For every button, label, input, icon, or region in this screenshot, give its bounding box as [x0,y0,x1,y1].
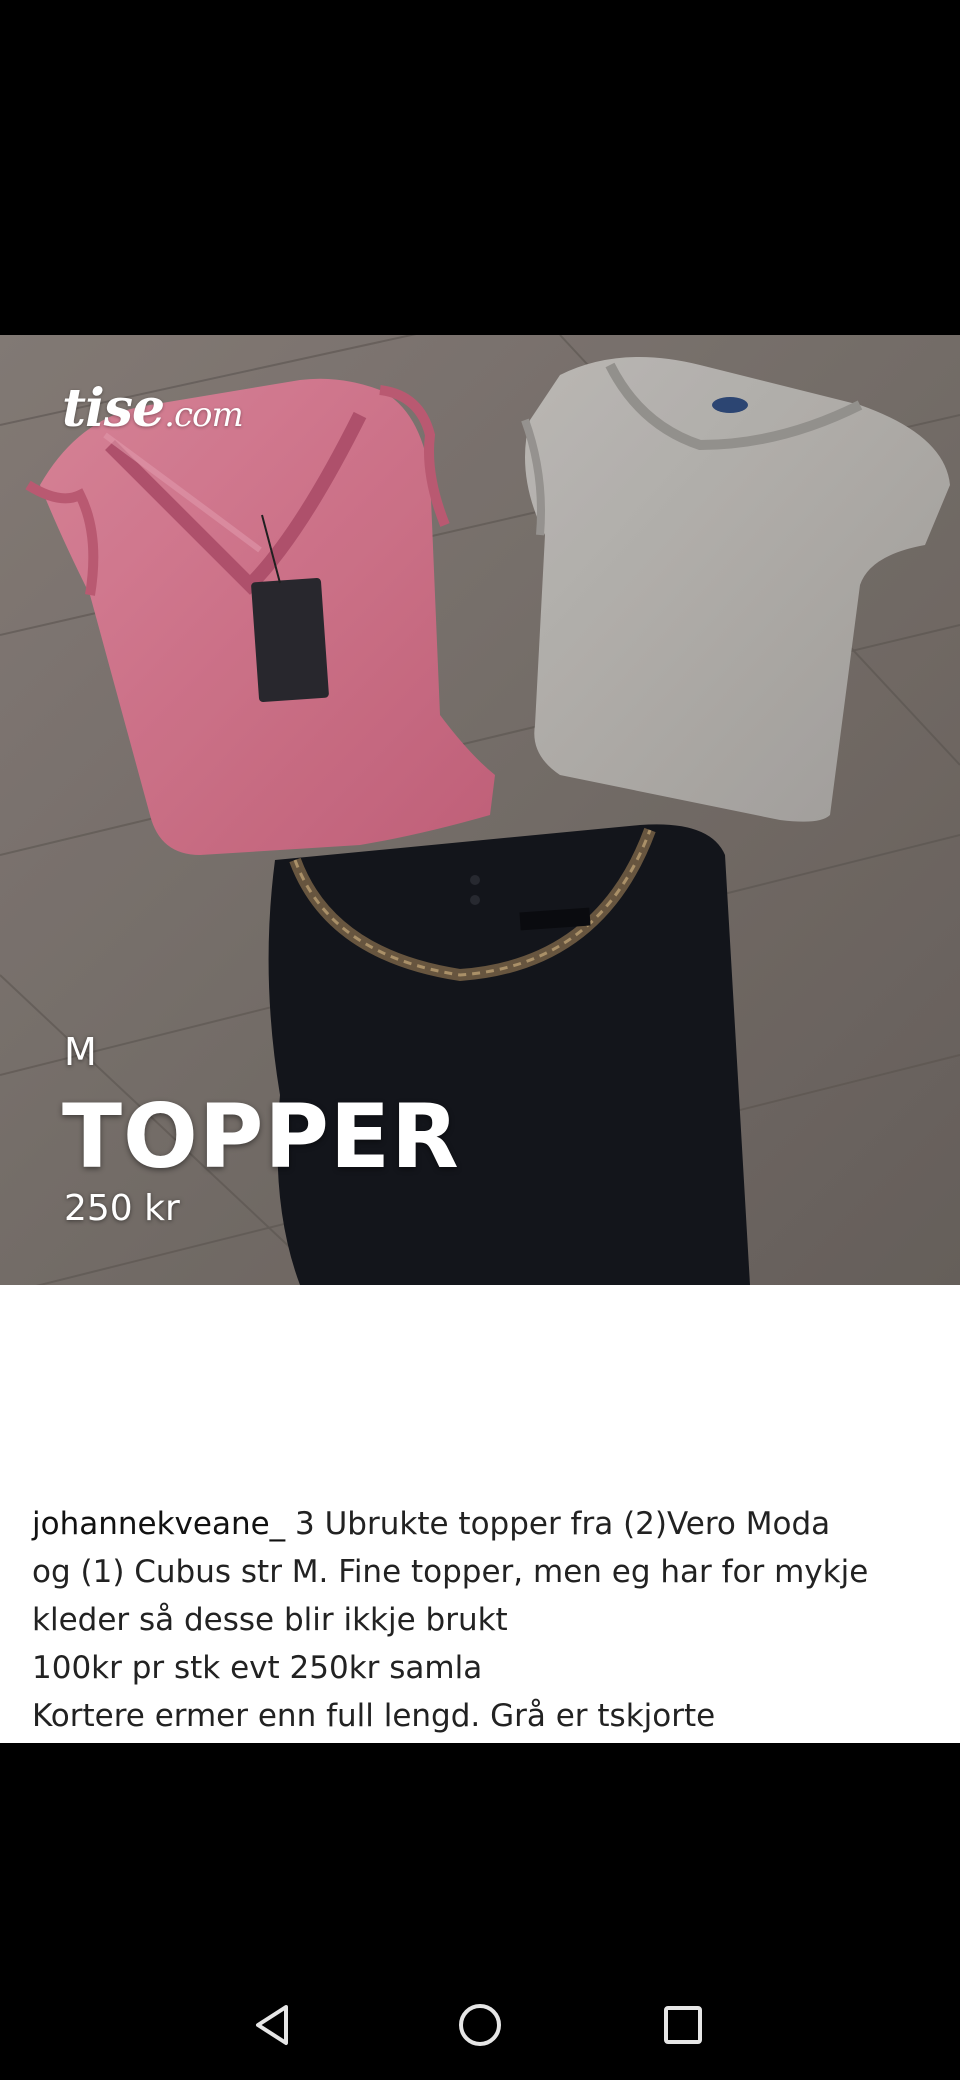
watermark-text: tise [62,378,165,439]
caption-line-1: johannekveane_ 3 Ubrukte topper fra (2)V… [32,1500,932,1548]
nav-back-button[interactable] [224,1975,324,2075]
back-triangle-icon [256,2005,288,2045]
top-letterbox [0,0,960,335]
caption-line-4: 100kr pr stk evt 250kr samla [32,1650,483,1686]
nav-home-button[interactable] [430,1975,530,2075]
caption-line-2: og (1) Cubus str M. Fine topper, men eg … [32,1554,869,1590]
caption-username[interactable]: johannekveane_ [32,1506,285,1542]
home-circle-icon [459,2004,501,2046]
listing-price: 250 kr [64,1188,180,1229]
system-navigation-bar [0,1975,960,2075]
caption-line-5: Kortere ermer enn full lengd. Grå er tsk… [32,1698,716,1734]
listing-title: TOPPER [62,1085,460,1188]
nav-recents-button[interactable] [633,1975,733,2075]
caption-text-1: 3 Ubrukte topper fra (2)Vero Moda [285,1506,831,1542]
watermark-suffix: .com [164,395,244,435]
listing-caption: johannekveane_ 3 Ubrukte topper fra (2)V… [32,1500,932,1740]
caption-line-3: kleder så desse blir ikkje brukt [32,1602,508,1638]
tise-watermark-logo: tise.com [62,378,244,439]
recents-square-icon [664,2006,702,2044]
size-label: M [64,1030,97,1074]
